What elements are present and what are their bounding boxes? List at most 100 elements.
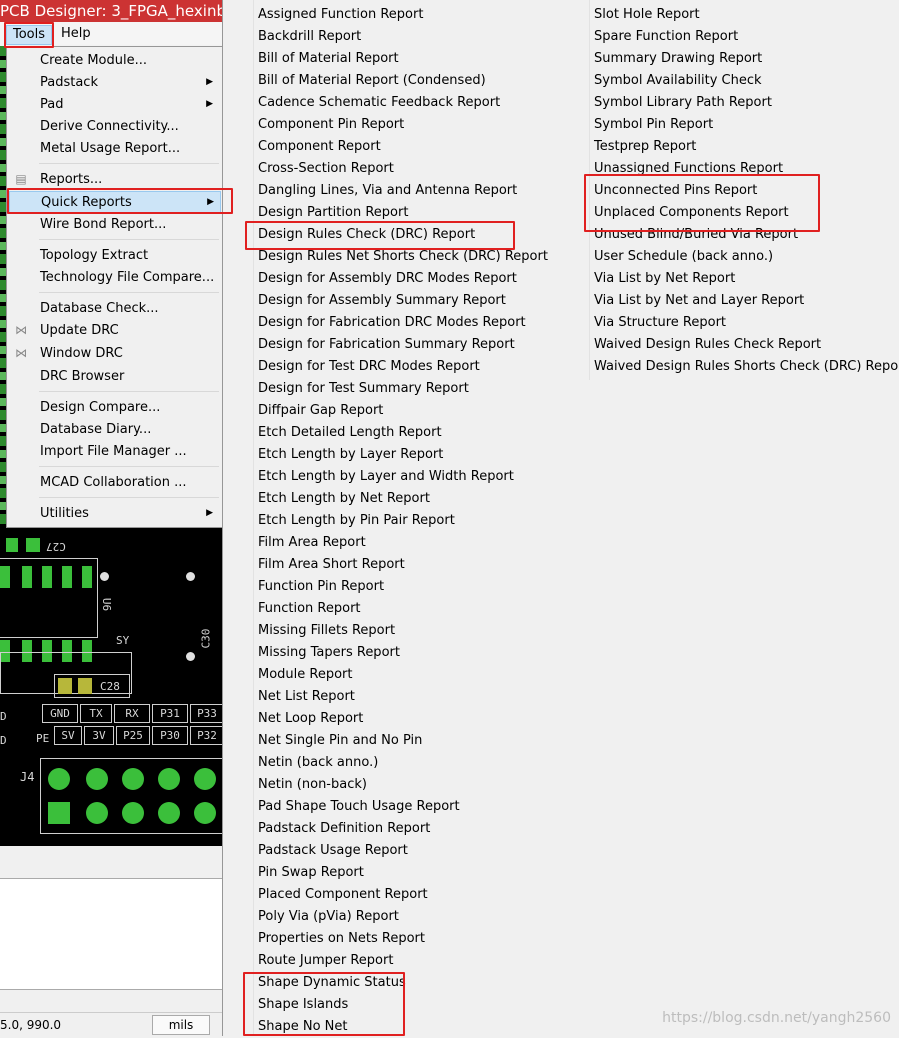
quick-report-item[interactable]: Design for Test Summary Report (258, 378, 548, 400)
quick-report-item[interactable]: Cross-Section Report (258, 158, 548, 180)
quick-report-item[interactable]: Assigned Function Report (258, 4, 548, 26)
quick-report-item[interactable]: Net List Report (258, 686, 548, 708)
menu-item-topology-extract[interactable]: Topology Extract (9, 245, 219, 266)
submenu-arrow-icon: ▶ (207, 197, 214, 207)
pcb-label-sy: SY (116, 634, 130, 647)
menu-separator (39, 163, 219, 164)
menu-item-database-check[interactable]: Database Check... (9, 298, 219, 319)
quick-report-item[interactable]: Etch Detailed Length Report (258, 422, 548, 444)
menu-item-derive-connectivity[interactable]: Derive Connectivity... (9, 116, 219, 137)
quick-reports-column-1: Assigned Function Report Backdrill Report… (258, 4, 548, 1038)
menu-item-database-diary[interactable]: Database Diary... (9, 419, 219, 440)
quick-report-item[interactable]: Bill of Material Report (258, 48, 548, 70)
quick-report-item[interactable]: Missing Fillets Report (258, 620, 548, 642)
quick-report-item[interactable]: Etch Length by Layer Report (258, 444, 548, 466)
quick-report-item[interactable]: Design for Fabrication DRC Modes Report (258, 312, 548, 334)
submenu-arrow-icon: ▶ (206, 508, 213, 518)
quick-report-item[interactable]: Function Pin Report (258, 576, 548, 598)
quick-report-item[interactable]: Unconnected Pins Report (594, 180, 899, 202)
quick-report-item[interactable]: Unassigned Functions Report (594, 158, 899, 180)
menu-item-create-module[interactable]: Create Module... (9, 50, 219, 71)
quick-report-item[interactable]: Properties on Nets Report (258, 928, 548, 950)
quick-report-item[interactable]: Slot Hole Report (594, 4, 899, 26)
menu-item-metal-usage[interactable]: Metal Usage Report... (9, 138, 219, 159)
quick-report-item[interactable]: Film Area Short Report (258, 554, 548, 576)
quick-report-item[interactable]: Module Report (258, 664, 548, 686)
quick-report-item[interactable]: Design for Fabrication Summary Report (258, 334, 548, 356)
quick-report-item[interactable]: Etch Length by Layer and Width Report (258, 466, 548, 488)
menu-item-window-drc[interactable]: ⋈ Window DRC (9, 343, 219, 364)
quick-report-item[interactable]: Design for Test DRC Modes Report (258, 356, 548, 378)
quick-report-item[interactable]: Via Structure Report (594, 312, 899, 334)
pcb-pin-p32: P32 (190, 726, 222, 745)
quick-report-item[interactable]: Shape Islands (258, 994, 548, 1016)
pcb-label-c30: C30 (199, 628, 213, 649)
quick-report-item[interactable]: Padstack Definition Report (258, 818, 548, 840)
quick-report-item[interactable]: Design Rules Check (DRC) Report (258, 224, 548, 246)
pcb-outline-c28 (54, 674, 130, 698)
pcb-pin-gnd: GND (42, 704, 78, 723)
quick-report-item[interactable]: Cadence Schematic Feedback Report (258, 92, 548, 114)
quick-report-item[interactable]: Bill of Material Report (Condensed) (258, 70, 548, 92)
command-console[interactable] (0, 878, 222, 990)
menu-item-design-compare[interactable]: Design Compare... (9, 397, 219, 418)
menu-item-mcad-collaboration[interactable]: MCAD Collaboration ... (9, 472, 219, 493)
quick-report-item[interactable]: Padstack Usage Report (258, 840, 548, 862)
quick-report-item[interactable]: User Schedule (back anno.) (594, 246, 899, 268)
quick-report-item[interactable]: Placed Component Report (258, 884, 548, 906)
quick-report-item[interactable]: Etch Length by Pin Pair Report (258, 510, 548, 532)
quick-report-item[interactable]: Design for Assembly Summary Report (258, 290, 548, 312)
menu-item-reports[interactable]: ▤ Reports... (9, 169, 219, 190)
units-selector[interactable]: mils (152, 1015, 210, 1035)
quick-report-item[interactable]: Symbol Library Path Report (594, 92, 899, 114)
quick-report-item[interactable]: Film Area Report (258, 532, 548, 554)
quick-report-item[interactable]: Design for Assembly DRC Modes Report (258, 268, 548, 290)
quick-report-item[interactable]: Pin Swap Report (258, 862, 548, 884)
quick-report-item[interactable]: Unplaced Components Report (594, 202, 899, 224)
menu-gutter-separator (253, 0, 254, 1036)
menu-item-update-drc[interactable]: ⋈ Update DRC (9, 320, 219, 341)
quick-report-item[interactable]: Component Report (258, 136, 548, 158)
quick-report-item[interactable]: Summary Drawing Report (594, 48, 899, 70)
quick-report-item[interactable]: Symbol Pin Report (594, 114, 899, 136)
quick-report-item[interactable]: Net Single Pin and No Pin (258, 730, 548, 752)
menu-item-tech-compare[interactable]: Technology File Compare... (9, 267, 219, 288)
quick-report-item[interactable]: Diffpair Gap Report (258, 400, 548, 422)
quick-report-item[interactable]: Dangling Lines, Via and Antenna Report (258, 180, 548, 202)
menu-tools[interactable]: Tools (6, 25, 53, 45)
menu-item-padstack[interactable]: Padstack ▶ (9, 72, 219, 93)
menu-help[interactable]: Help (55, 25, 97, 43)
quick-report-item[interactable]: Net Loop Report (258, 708, 548, 730)
menu-item-import-file-manager[interactable]: Import File Manager ... (9, 441, 219, 462)
menu-item-utilities[interactable]: Utilities ▶ (9, 503, 219, 524)
quick-report-item[interactable]: Via List by Net Report (594, 268, 899, 290)
quick-report-item[interactable]: Function Report (258, 598, 548, 620)
quick-report-item[interactable]: Route Jumper Report (258, 950, 548, 972)
quick-report-item[interactable]: Waived Design Rules Shorts Check (DRC) R… (594, 356, 899, 378)
quick-report-item[interactable]: Component Pin Report (258, 114, 548, 136)
menu-item-quick-reports[interactable]: Quick Reports ▶ (9, 191, 221, 214)
quick-report-item[interactable]: Shape No Net (258, 1016, 548, 1038)
menu-item-pad[interactable]: Pad ▶ (9, 94, 219, 115)
quick-report-item[interactable]: Waived Design Rules Check Report (594, 334, 899, 356)
quick-report-item[interactable]: Missing Tapers Report (258, 642, 548, 664)
pcb-pad (48, 768, 70, 790)
quick-report-item[interactable]: Etch Length by Net Report (258, 488, 548, 510)
quick-report-item[interactable]: Symbol Availability Check (594, 70, 899, 92)
quick-report-item[interactable]: Design Rules Net Shorts Check (DRC) Repo… (258, 246, 548, 268)
quick-report-item[interactable]: Pad Shape Touch Usage Report (258, 796, 548, 818)
quick-report-item[interactable]: Netin (non-back) (258, 774, 548, 796)
pcb-pad (194, 802, 216, 824)
quick-report-item[interactable]: Netin (back anno.) (258, 752, 548, 774)
menu-item-drc-browser[interactable]: DRC Browser (9, 366, 219, 387)
quick-report-item[interactable]: Unused Blind/Buried Via Report (594, 224, 899, 246)
quick-report-item[interactable]: Spare Function Report (594, 26, 899, 48)
menu-item-wire-bond[interactable]: Wire Bond Report... (9, 214, 219, 235)
quick-report-item[interactable]: Via List by Net and Layer Report (594, 290, 899, 312)
quick-report-item[interactable]: Backdrill Report (258, 26, 548, 48)
quick-report-item[interactable]: Shape Dynamic Status (258, 972, 548, 994)
quick-report-item[interactable]: Testprep Report (594, 136, 899, 158)
quick-report-item[interactable]: Design Partition Report (258, 202, 548, 224)
quick-report-item[interactable]: Poly Via (pVia) Report (258, 906, 548, 928)
submenu-arrow-icon: ▶ (206, 77, 213, 87)
